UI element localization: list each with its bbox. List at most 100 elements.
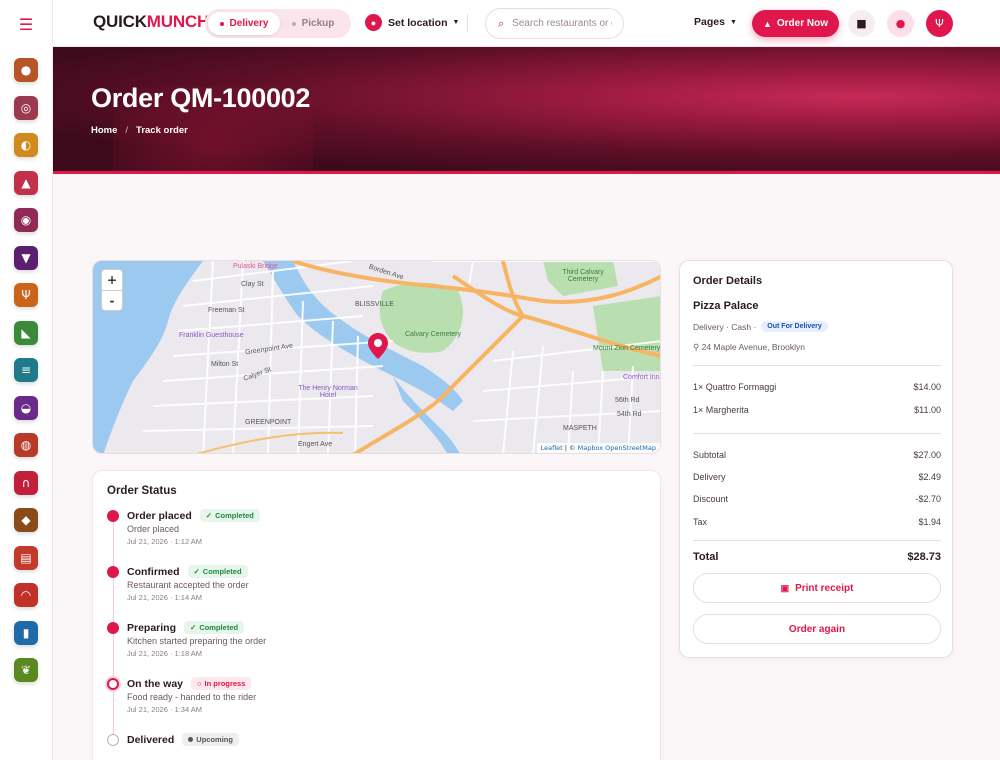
logo[interactable]: QUICKMUNCH. — [93, 12, 214, 32]
nuts-category-icon[interactable]: ◆ — [14, 508, 38, 532]
donut-category-icon[interactable]: ◎ — [14, 95, 38, 120]
page-hero: Order QM-100002 Home / Track order — [53, 47, 1000, 174]
osm-link[interactable]: OpenStreetMap — [605, 444, 656, 452]
map-label: Pulaski Bridge — [233, 263, 278, 270]
zoom-in-button[interactable]: + — [102, 270, 122, 290]
printer-icon: ▣ — [780, 582, 790, 593]
restaurant-name: Pizza Palace — [693, 300, 759, 312]
set-location-button[interactable]: ● Set location ▼ — [365, 14, 459, 31]
check-icon: ✓ — [205, 511, 213, 520]
dot-icon — [188, 737, 194, 742]
taco-category-icon[interactable]: ◠ — [14, 583, 38, 607]
location-pin-icon: ● — [365, 14, 382, 31]
step-description: Order placed — [127, 524, 180, 534]
divider — [467, 14, 468, 32]
pickup-mode-button[interactable]: Pickup — [280, 12, 346, 35]
map-zoom-control: + - — [101, 269, 123, 311]
order-item-row: 1× Quattro Formaggi $14.00 — [693, 382, 941, 392]
sidebar: ☰ ● ◎ ◐ ▲ ◉ ▼ Ψ ◣ ≡ ◒ ◍ ∩ ◆ ▤ ◠ ▮ ❦ — [0, 0, 53, 760]
burger-bowl-category-icon[interactable]: ◐ — [14, 133, 38, 157]
order-now-button[interactable]: ▲ Order Now — [752, 10, 839, 37]
cart-bag-icon[interactable]: ■ — [848, 10, 875, 37]
search-icon: ⌕ — [498, 16, 505, 30]
leaflet-link[interactable]: Leaflet — [541, 444, 563, 452]
map-label: Mount Zion Cemetery — [593, 345, 661, 352]
drink-category-icon[interactable]: ▮ — [14, 620, 38, 645]
delivery-address: ⚲ 24 Maple Avenue, Brooklyn — [693, 342, 805, 352]
cake-category-icon[interactable]: ▲ — [14, 170, 38, 195]
delivery-mode-button[interactable]: Delivery — [208, 12, 280, 35]
map-label: Comfort Inn — [623, 374, 660, 381]
tax-row: Tax $1.94 — [693, 517, 941, 527]
step-description: Food ready - handed to the rider — [127, 692, 257, 702]
location-pin-icon: ⚲ — [693, 342, 700, 352]
delivery-fee-row: Delivery $2.49 — [693, 472, 941, 482]
check-icon: ✓ — [193, 567, 200, 576]
step-title: Order placed — [127, 509, 192, 522]
wine-category-icon[interactable]: ▼ — [14, 245, 38, 270]
maptiler-link[interactable]: Mapbox — [578, 444, 603, 452]
leaf-category-icon[interactable]: ❦ — [14, 658, 38, 682]
dessert-category-icon[interactable]: ◉ — [14, 208, 38, 232]
chevron-down-icon: ▼ — [452, 19, 460, 26]
zoom-out-button[interactable]: - — [102, 290, 122, 310]
map-label: Third Calvary Cemetery — [562, 269, 604, 283]
map-label: GREENPOINT — [245, 419, 292, 426]
search-input[interactable] — [512, 18, 613, 29]
timeline-node — [107, 510, 119, 522]
map-label: Freeman St — [208, 307, 245, 314]
map-label: BLISSVILLE — [355, 301, 394, 308]
rider-marker-icon[interactable] — [368, 333, 388, 359]
check-icon: ✓ — [190, 623, 197, 632]
order-item-row: 1× Margherita $11.00 — [693, 405, 941, 415]
map-label: Franklin Guesthouse — [179, 332, 244, 339]
hamburger-menu-icon[interactable]: ☰ — [14, 14, 38, 34]
discount-row: Discount -$2.70 — [693, 494, 941, 504]
cutlery-category-icon[interactable]: Ψ — [14, 283, 38, 307]
step-timestamp: Jul 21, 2026 · 1:12 AM — [127, 537, 203, 546]
timeline-node — [107, 678, 119, 690]
burger-category-icon[interactable]: ◒ — [14, 395, 38, 420]
step-timestamp: Jul 21, 2026 · 1:18 AM — [127, 649, 203, 658]
timeline-node — [107, 566, 119, 578]
chevron-down-icon: ▼ — [729, 18, 737, 26]
total-row: Total $28.73 — [693, 551, 941, 563]
menu-card-category-icon[interactable]: ▤ — [14, 545, 38, 570]
shrimp-category-icon[interactable]: ∩ — [14, 470, 38, 495]
step-description: Restaurant accepted the order — [127, 580, 249, 590]
print-receipt-button[interactable]: ▣ Print receipt — [693, 573, 941, 603]
step-status-badge: ✓ Completed — [184, 621, 245, 634]
breadcrumb-home-link[interactable]: Home — [91, 125, 117, 136]
delivery-map[interactable]: + - Pulaski Bridge Borden Ave Third Calv… — [92, 260, 661, 454]
fork-knife-icon[interactable]: Ψ — [926, 10, 953, 37]
map-label: Calvary Cemetery — [405, 331, 462, 338]
map-attribution: Leaflet | © Mapbox OpenStreetMap — [536, 443, 660, 453]
pages-menu[interactable]: Pages ▼ — [694, 16, 737, 28]
steak-category-icon[interactable]: ◍ — [14, 433, 38, 457]
step-description: Kitchen started preparing the order — [127, 636, 267, 646]
step-title: Delivered — [127, 733, 175, 746]
user-icon[interactable]: ● — [887, 10, 914, 37]
step-status-badge: ✓ Completed — [199, 509, 260, 522]
step-title: Preparing — [127, 621, 177, 634]
order-again-button[interactable]: Order again — [693, 614, 941, 644]
cloche-icon: ▲ — [762, 18, 772, 29]
delivery-mode-toggle: Delivery Pickup — [205, 9, 351, 38]
timeline-node — [107, 734, 119, 746]
map-label: MASPETH — [563, 425, 597, 432]
map-label: 56th Rd — [615, 397, 640, 404]
spinner-icon: ○ — [197, 679, 202, 688]
breadcrumb: Home / Track order — [91, 125, 188, 136]
step-timestamp: Jul 21, 2026 · 1:34 AM — [127, 705, 203, 714]
map-label: The Henry Norman Hotel — [298, 385, 358, 399]
page-title: Order QM-100002 — [91, 83, 311, 113]
step-status-badge: ○ In progress — [191, 677, 252, 690]
breadcrumb-current: Track order — [136, 125, 188, 136]
bread-category-icon[interactable]: ● — [14, 58, 38, 82]
step-status-badge: Upcoming — [182, 733, 239, 746]
pizza-category-icon[interactable]: ◣ — [14, 320, 38, 345]
order-meta: Delivery · Cash · Out For Delivery — [693, 321, 828, 332]
sandwich-category-icon[interactable]: ≡ — [14, 358, 38, 382]
search-box[interactable]: ⌕ — [485, 8, 624, 39]
step-timestamp: Jul 21, 2026 · 1:14 AM — [127, 593, 203, 602]
